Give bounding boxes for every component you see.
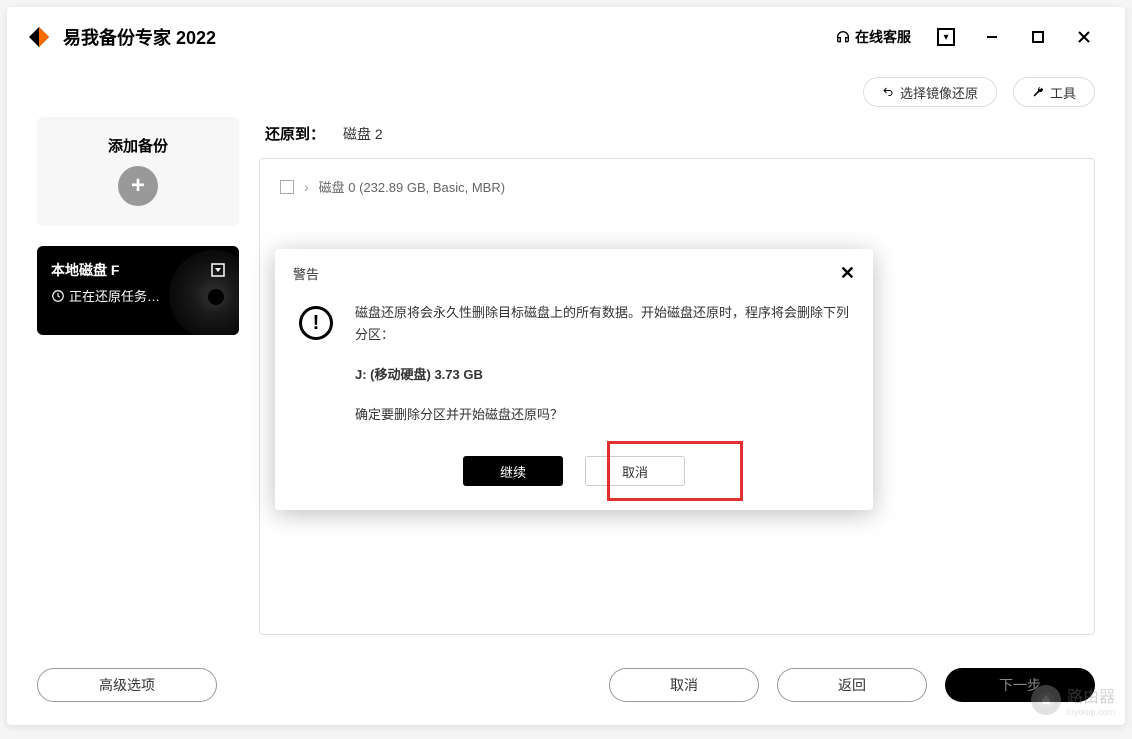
dialog-cancel-button[interactable]: 取消: [585, 456, 685, 486]
disk-row-0[interactable]: › 磁盘 0 (232.89 GB, Basic, MBR): [280, 177, 1074, 196]
task-status: 正在还原任务…: [51, 286, 225, 305]
app-window: 易我备份专家 2022 在线客服 ▾: [7, 7, 1125, 725]
advanced-options-label: 高级选项: [99, 675, 155, 695]
dialog-header: 警告 ✕: [275, 249, 873, 296]
plus-icon: +: [131, 172, 145, 200]
app-title: 易我备份专家 2022: [63, 24, 216, 50]
dialog-message-2: 确定要删除分区并开始磁盘还原吗？: [355, 404, 849, 426]
warning-icon: !: [299, 306, 333, 340]
title-left: 易我备份专家 2022: [27, 24, 216, 50]
watermark-text: 路由器: [1067, 683, 1115, 707]
disk-label: 磁盘 0 (232.89 GB, Basic, MBR): [319, 177, 505, 196]
watermark-icon: [1031, 685, 1061, 715]
task-menu-icon[interactable]: [211, 263, 225, 277]
dialog-message-1: 磁盘还原将会永久性删除目标磁盘上的所有数据。开始磁盘还原时，程序将会删除下列分区…: [355, 302, 849, 346]
task-title: 本地磁盘 F: [51, 260, 119, 280]
add-backup-label: 添加备份: [108, 135, 168, 156]
online-service-label: 在线客服: [855, 27, 911, 47]
watermark-sub: luyouqi.com: [1067, 707, 1115, 717]
sidebar: 添加备份 + 本地磁盘 F 正在还原任务…: [37, 117, 239, 635]
dialog-cancel-label: 取消: [622, 465, 648, 480]
warning-dialog: 警告 ✕ ! 磁盘还原将会永久性删除目标磁盘上的所有数据。开始磁盘还原时，程序将…: [275, 249, 873, 510]
titlebar: 易我备份专家 2022 在线客服 ▾: [7, 7, 1125, 67]
tools-label: 工具: [1050, 83, 1076, 102]
cancel-label: 取消: [670, 675, 698, 695]
online-service-button[interactable]: 在线客服: [835, 27, 911, 47]
back-button[interactable]: 返回: [777, 668, 927, 702]
task-status-text: 正在还原任务…: [69, 286, 160, 305]
headset-icon: [835, 29, 851, 45]
tools-button[interactable]: 工具: [1013, 77, 1095, 107]
dropdown-icon: ▾: [937, 28, 955, 46]
title-right: 在线客服 ▾: [835, 17, 1105, 57]
maximize-button[interactable]: [1017, 17, 1059, 57]
cancel-button[interactable]: 取消: [609, 668, 759, 702]
select-image-restore-button[interactable]: 选择镜像还原: [863, 77, 997, 107]
clock-icon: [51, 289, 65, 303]
footer: 高级选项 取消 返回 下一步: [7, 655, 1125, 725]
checkbox[interactable]: [280, 180, 294, 194]
advanced-options-button[interactable]: 高级选项: [37, 668, 217, 702]
wrench-icon: [1032, 86, 1044, 98]
app-logo-icon: [27, 25, 51, 49]
dialog-text: 磁盘还原将会永久性删除目标磁盘上的所有数据。开始磁盘还原时，程序将会删除下列分区…: [355, 302, 849, 426]
back-label: 返回: [838, 675, 866, 695]
dropdown-button[interactable]: ▾: [925, 17, 967, 57]
close-button[interactable]: [1063, 17, 1105, 57]
toolbar: 选择镜像还原 工具: [7, 67, 1125, 117]
undo-icon: [882, 86, 894, 98]
backup-task-card[interactable]: 本地磁盘 F 正在还原任务…: [37, 246, 239, 335]
restore-header: 还原到： 磁盘 2: [259, 117, 1095, 158]
restore-to-label: 还原到：: [265, 123, 325, 144]
select-image-restore-label: 选择镜像还原: [900, 83, 978, 102]
dialog-body: ! 磁盘还原将会永久性删除目标磁盘上的所有数据。开始磁盘还原时，程序将会删除下列…: [275, 296, 873, 434]
minimize-button[interactable]: [971, 17, 1013, 57]
dialog-close-button[interactable]: ✕: [840, 263, 855, 284]
continue-label: 继续: [500, 465, 526, 480]
watermark: 路由器 luyouqi.com: [1031, 683, 1115, 717]
dialog-buttons: 继续 取消: [275, 456, 873, 486]
add-backup-button[interactable]: +: [118, 166, 158, 206]
close-icon: ✕: [840, 263, 855, 283]
dialog-title: 警告: [293, 264, 319, 283]
chevron-right-icon[interactable]: ›: [304, 179, 309, 195]
dialog-partition: J: (移动硬盘) 3.73 GB: [355, 364, 849, 386]
add-backup-card: 添加备份 +: [37, 117, 239, 226]
continue-button[interactable]: 继续: [463, 456, 563, 486]
restore-target-value: 磁盘 2: [343, 124, 383, 144]
